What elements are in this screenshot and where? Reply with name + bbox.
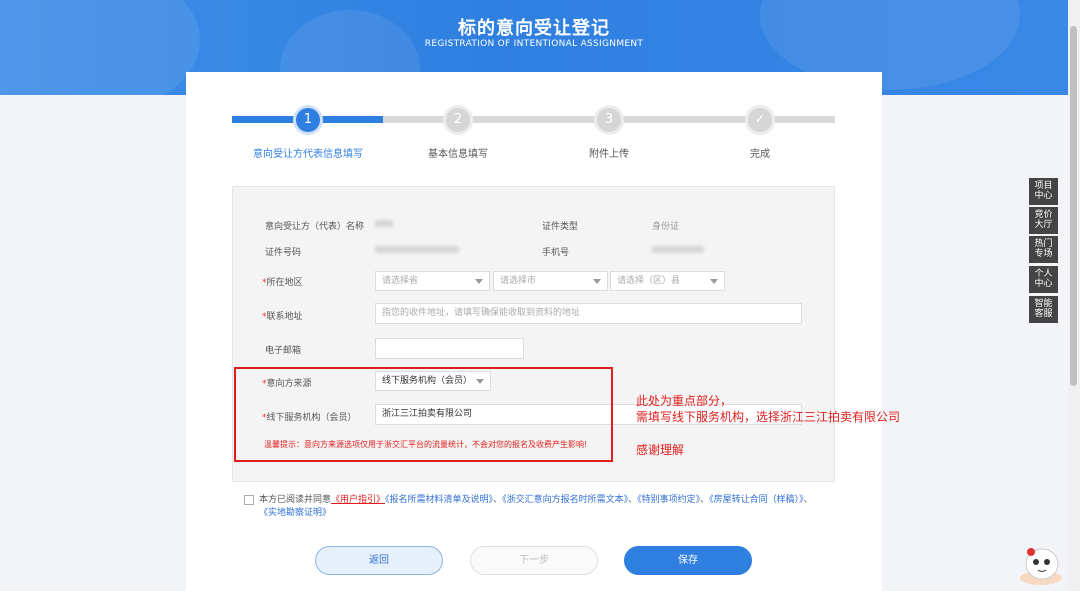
sidebar-smart-service[interactable]: 智能 客服 <box>1029 296 1058 323</box>
step-1-label: 意向受让方代表信息填写 <box>253 149 363 160</box>
id-type-label: 证件类型 <box>542 222 579 232</box>
region-label: *所在地区 <box>262 278 303 288</box>
step-3-label: 附件上传 <box>589 149 629 160</box>
sidebar-project-center[interactable]: 项目 中心 <box>1029 178 1058 205</box>
sidebar-label: 竞价 大厅 <box>1034 210 1053 230</box>
email-label: 电子邮箱 <box>265 346 302 356</box>
chat-mascot-icon[interactable] <box>1018 540 1064 586</box>
step-2-circle: 2 <box>443 105 473 135</box>
scrollbar-thumb[interactable] <box>1070 26 1077 386</box>
special-terms-link[interactable]: 《特别事项约定》 <box>637 495 700 505</box>
step-4-label: 完成 <box>750 149 770 160</box>
sidebar-label: 智能 客服 <box>1034 299 1053 319</box>
next-button[interactable]: 下一步 <box>470 546 598 575</box>
sidebar-label: 项目 中心 <box>1034 181 1053 201</box>
annotation-line-2: 需填写线下服务机构，选择浙江三江拍卖有限公司 <box>636 410 901 424</box>
sidebar-bidding-hall[interactable]: 竞价 大厅 <box>1029 207 1058 234</box>
site-survey-link[interactable]: 《实地勘察证明》 <box>259 508 331 518</box>
province-select[interactable]: 请选择省 <box>375 271 490 291</box>
sidebar-personal-center[interactable]: 个人 中心 <box>1029 266 1058 293</box>
agreement-checkbox[interactable] <box>244 495 254 505</box>
agreement-prefix: 本方已阅读并同意 <box>259 495 332 505</box>
step-2-label: 基本信息填写 <box>428 149 488 160</box>
save-button[interactable]: 保存 <box>624 546 752 575</box>
city-select[interactable]: 请选择市 <box>493 271 608 291</box>
phone-label: 手机号 <box>542 248 570 258</box>
separator: 、 <box>493 495 503 505</box>
district-select[interactable]: 请选择（区）县 <box>610 271 725 291</box>
phone-redacted <box>652 246 704 253</box>
agreement-row: 本方已阅读并同意《用户指引》《报名所需材料清单及说明》、《浙交汇意向方报名时所需… <box>244 494 824 520</box>
sidebar-hot-topics[interactable]: 热门 专场 <box>1029 236 1058 263</box>
house-contract-link[interactable]: 《房屋转让合同（样稿）》 <box>709 495 804 505</box>
sidebar-label: 个人 中心 <box>1034 269 1053 289</box>
sidebar-label: 热门 专场 <box>1034 239 1053 259</box>
step-1-circle: 1 <box>293 105 323 135</box>
step-done-check-icon: ✓ <box>745 105 775 135</box>
email-input[interactable] <box>375 338 524 359</box>
chevron-down-icon <box>710 279 718 284</box>
id-number-redacted <box>375 246 459 253</box>
highlight-box <box>234 367 613 462</box>
back-button[interactable]: 返回 <box>315 546 443 575</box>
name-value-redacted <box>375 220 393 227</box>
id-type-value: 身份证 <box>652 222 680 232</box>
address-label: *联系地址 <box>262 312 303 322</box>
separator: 、 <box>628 495 638 505</box>
separator: 、 <box>803 495 813 505</box>
separator: 、 <box>700 495 710 505</box>
chevron-down-icon <box>475 279 483 284</box>
user-guide-link[interactable]: 《用户指引》 <box>331 495 385 505</box>
name-label: 意向受让方（代表）名称 <box>265 222 365 232</box>
step-3-circle: 3 <box>594 105 624 135</box>
materials-list-link[interactable]: 《报名所需材料清单及说明》 <box>385 495 493 505</box>
required-text-link[interactable]: 《浙交汇意向方报名时所需文本》 <box>502 495 628 505</box>
id-number-label: 证件号码 <box>265 248 302 258</box>
page-subtitle: REGISTRATION OF INTENTIONAL ASSIGNMENT <box>424 39 644 49</box>
chevron-down-icon <box>593 279 601 284</box>
address-input[interactable]: 指您的收件地址，请填写确保能收取到资料的地址 <box>375 303 802 324</box>
annotation-line-1: 此处为重点部分， <box>636 394 733 408</box>
annotation-line-3: 感谢理解 <box>636 443 685 457</box>
page-title: 标的意向受让登记 <box>458 18 610 39</box>
